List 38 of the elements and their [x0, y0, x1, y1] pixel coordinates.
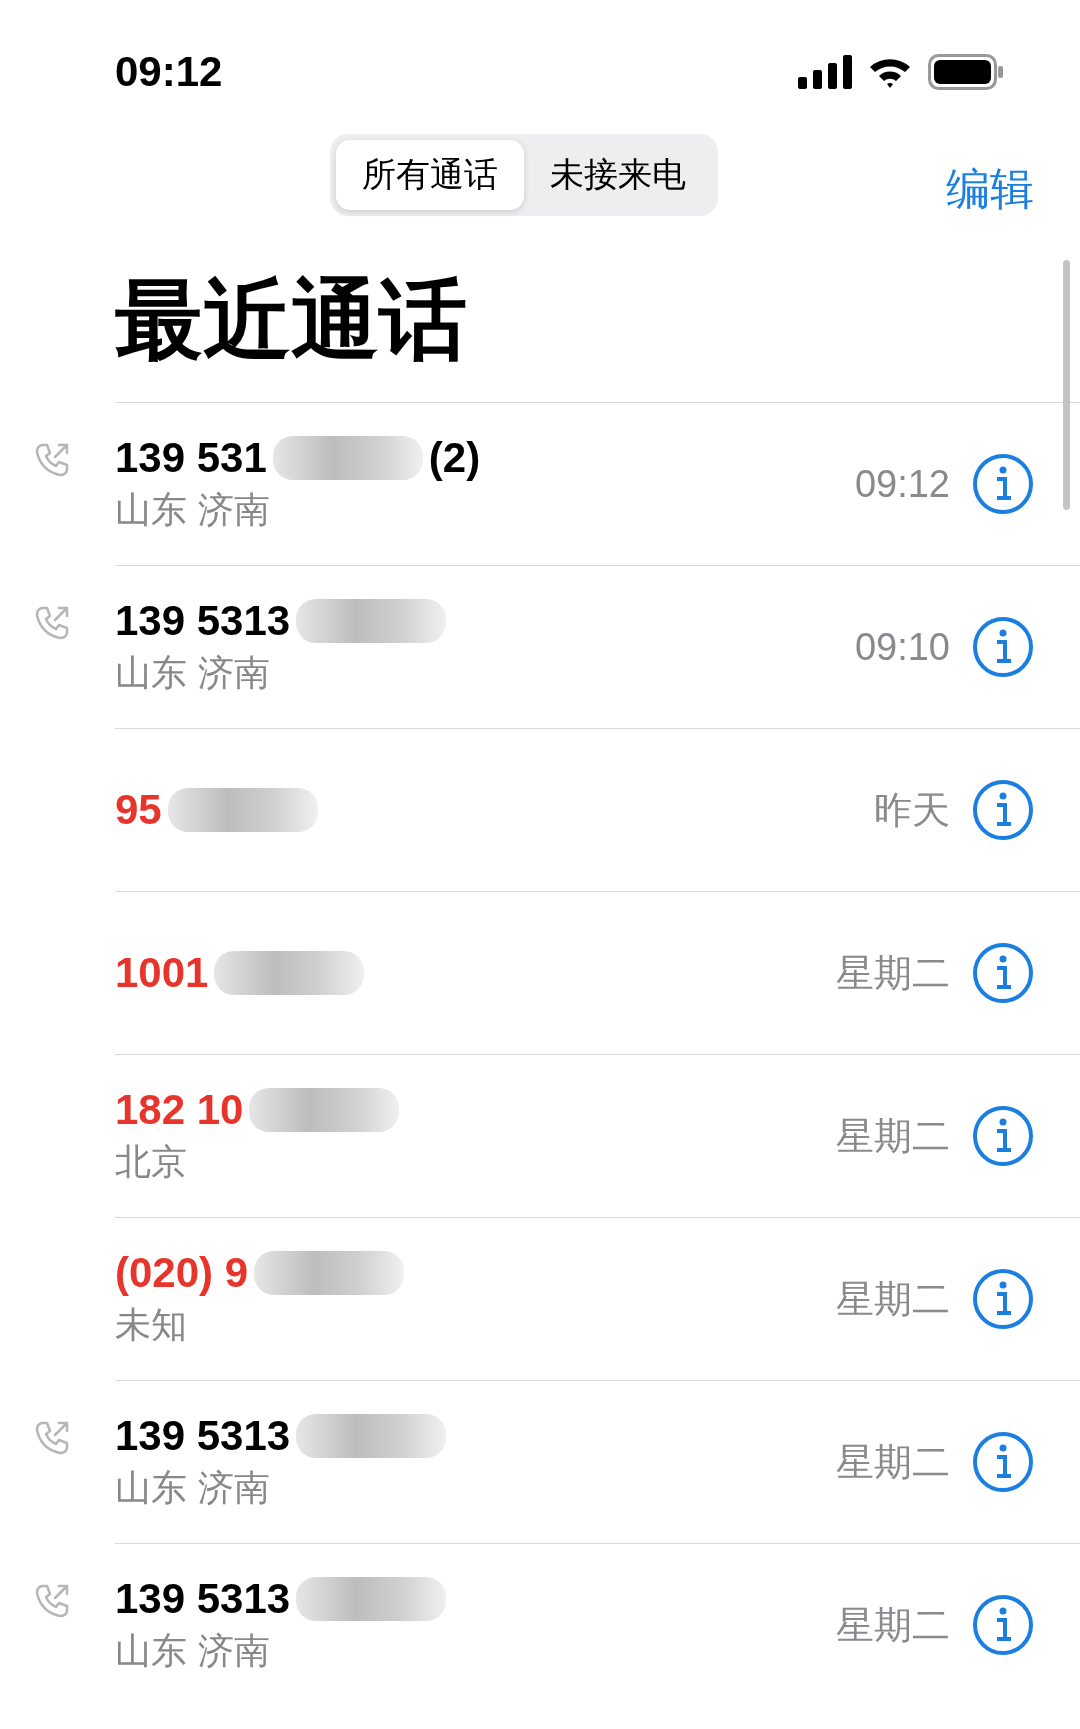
- phone-number: 139 5313: [115, 1574, 291, 1623]
- signal-icon: [798, 55, 852, 89]
- info-icon[interactable]: [972, 942, 1034, 1004]
- segment-tab[interactable]: 未接来电: [524, 139, 712, 210]
- call-time: 昨天: [874, 787, 950, 833]
- page-title: 最近通话: [115, 267, 468, 373]
- call-location: 未知: [115, 1302, 188, 1347]
- phone-number: 1001: [115, 949, 209, 997]
- call-location: 北京: [115, 1139, 188, 1184]
- call-time: 星期二: [836, 1439, 950, 1485]
- phone-number: 139 5313: [115, 596, 291, 645]
- phone-number: 182 10: [115, 1085, 244, 1134]
- edit-button[interactable]: 编辑: [946, 160, 1034, 219]
- phone-number: 139 531: [115, 433, 267, 482]
- info-icon[interactable]: [972, 779, 1034, 841]
- call-time: 星期二: [836, 1276, 950, 1322]
- info-icon[interactable]: [972, 1268, 1034, 1330]
- call-time: 09:12: [854, 462, 950, 506]
- call-location: 山东 济南: [115, 650, 272, 695]
- call-time: 星期二: [836, 950, 950, 996]
- battery-icon: [928, 54, 1004, 90]
- phone-number: 95: [115, 786, 162, 834]
- call-location: 山东 济南: [115, 1628, 272, 1673]
- info-icon[interactable]: [972, 453, 1034, 515]
- phone-number: (020) 9: [115, 1248, 249, 1297]
- call-count: (2): [428, 433, 481, 482]
- info-icon[interactable]: [972, 1105, 1034, 1167]
- segment-tab[interactable]: 所有通话: [336, 139, 524, 210]
- info-icon[interactable]: [972, 1431, 1034, 1493]
- info-icon[interactable]: [972, 1594, 1034, 1656]
- call-time: 星期二: [836, 1602, 950, 1648]
- call-time: 星期二: [836, 1113, 950, 1159]
- phone-number: 139 5313: [115, 1411, 291, 1460]
- info-icon[interactable]: [972, 616, 1034, 678]
- call-time: 09:10: [854, 625, 950, 669]
- call-location: 山东 济南: [115, 487, 272, 532]
- status-time: 09:12: [115, 48, 223, 96]
- call-location: 山东 济南: [115, 1465, 272, 1510]
